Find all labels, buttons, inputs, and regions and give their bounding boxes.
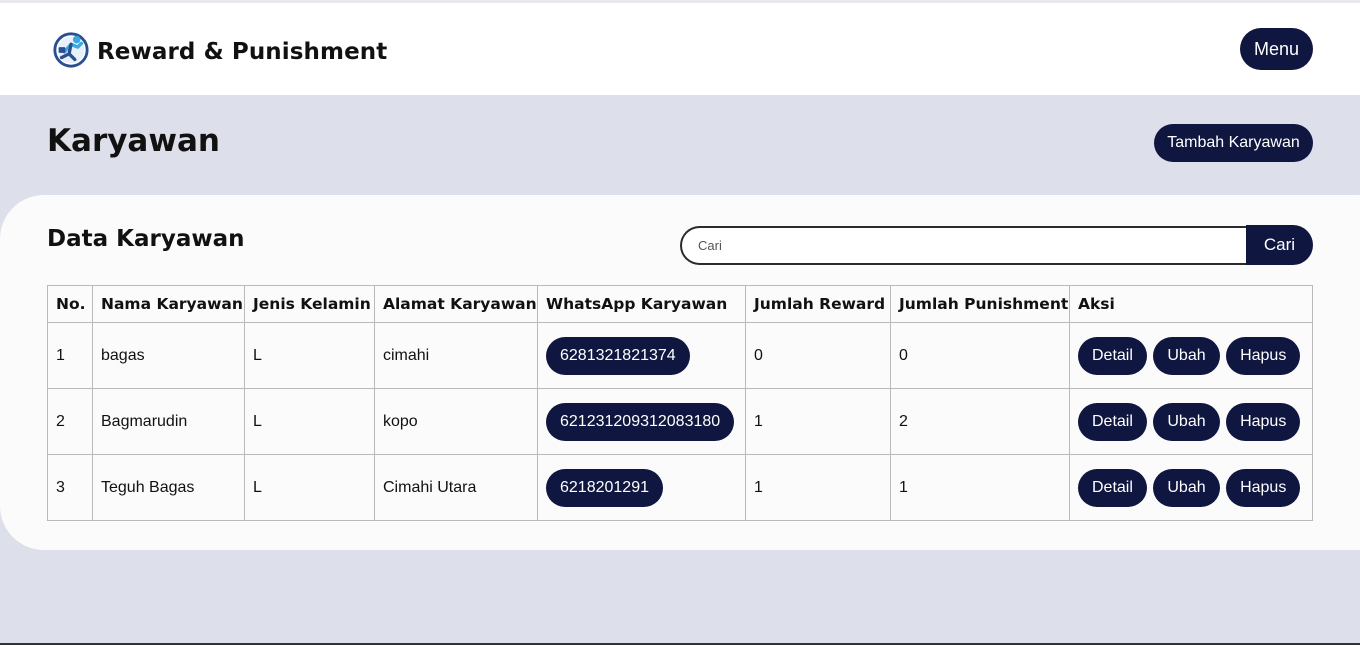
cell-whatsapp: 6281321821374 xyxy=(537,322,746,389)
column-header-whatsapp: WhatsApp Karyawan xyxy=(537,285,746,323)
table-row: 2 Bagmarudin L kopo 621231209312083180 1… xyxy=(47,388,1313,455)
delete-button[interactable]: Hapus xyxy=(1226,402,1301,441)
detail-button[interactable]: Detail xyxy=(1078,468,1147,507)
delete-button[interactable]: Hapus xyxy=(1226,336,1301,375)
add-employee-button[interactable]: Tambah Karyawan xyxy=(1154,124,1313,162)
running-person-logo-icon xyxy=(52,31,97,73)
cell-whatsapp: 6218201291 xyxy=(537,454,746,521)
cell-reward: 1 xyxy=(745,454,891,521)
cell-gender: L xyxy=(244,322,375,389)
column-header-no: No. xyxy=(47,285,93,323)
search-button[interactable]: Cari xyxy=(1246,225,1313,265)
column-header-reward: Jumlah Reward xyxy=(745,285,891,323)
table-row: 1 bagas L cimahi 6281321821374 0 0 Detai… xyxy=(47,322,1313,389)
whatsapp-link[interactable]: 6218201291 xyxy=(546,468,663,507)
cell-punishment: 1 xyxy=(890,454,1070,521)
page-title: Karyawan xyxy=(47,123,220,159)
cell-no: 2 xyxy=(47,388,93,455)
column-header-gender: Jenis Kelamin xyxy=(244,285,375,323)
cell-actions: Detail Ubah Hapus xyxy=(1069,388,1313,455)
cell-actions: Detail Ubah Hapus xyxy=(1069,454,1313,521)
edit-button[interactable]: Ubah xyxy=(1153,402,1220,441)
detail-button[interactable]: Detail xyxy=(1078,336,1147,375)
table-row: 3 Teguh Bagas L Cimahi Utara 6218201291 … xyxy=(47,454,1313,521)
column-header-name: Nama Karyawan xyxy=(92,285,245,323)
cell-name: bagas xyxy=(92,322,245,389)
cell-punishment: 2 xyxy=(890,388,1070,455)
cell-punishment: 0 xyxy=(890,322,1070,389)
table-header-row: No. Nama Karyawan Jenis Kelamin Alamat K… xyxy=(47,285,1313,323)
navbar: Reward & Punishment Menu xyxy=(0,3,1360,95)
column-header-punishment: Jumlah Punishment xyxy=(890,285,1070,323)
edit-button[interactable]: Ubah xyxy=(1153,336,1220,375)
delete-button[interactable]: Hapus xyxy=(1226,468,1301,507)
cell-address: kopo xyxy=(374,388,538,455)
employee-table: No. Nama Karyawan Jenis Kelamin Alamat K… xyxy=(47,285,1313,521)
whatsapp-link[interactable]: 6281321821374 xyxy=(546,336,690,375)
cell-address: cimahi xyxy=(374,322,538,389)
brand[interactable]: Reward & Punishment xyxy=(52,31,387,73)
detail-button[interactable]: Detail xyxy=(1078,402,1147,441)
cell-no: 1 xyxy=(47,322,93,389)
cell-gender: L xyxy=(244,454,375,521)
cell-actions: Detail Ubah Hapus xyxy=(1069,322,1313,389)
brand-title: Reward & Punishment xyxy=(97,39,388,65)
search-input[interactable] xyxy=(680,226,1248,265)
whatsapp-link[interactable]: 621231209312083180 xyxy=(546,402,735,441)
cell-name: Teguh Bagas xyxy=(92,454,245,521)
cell-name: Bagmarudin xyxy=(92,388,245,455)
card-title: Data Karyawan xyxy=(47,226,245,252)
cell-reward: 0 xyxy=(745,322,891,389)
cell-gender: L xyxy=(244,388,375,455)
menu-button[interactable]: Menu xyxy=(1240,28,1313,70)
cell-whatsapp: 621231209312083180 xyxy=(537,388,746,455)
cell-no: 3 xyxy=(47,454,93,521)
column-header-actions: Aksi xyxy=(1069,285,1313,323)
edit-button[interactable]: Ubah xyxy=(1153,468,1220,507)
cell-reward: 1 xyxy=(745,388,891,455)
cell-address: Cimahi Utara xyxy=(374,454,538,521)
column-header-address: Alamat Karyawan xyxy=(374,285,538,323)
